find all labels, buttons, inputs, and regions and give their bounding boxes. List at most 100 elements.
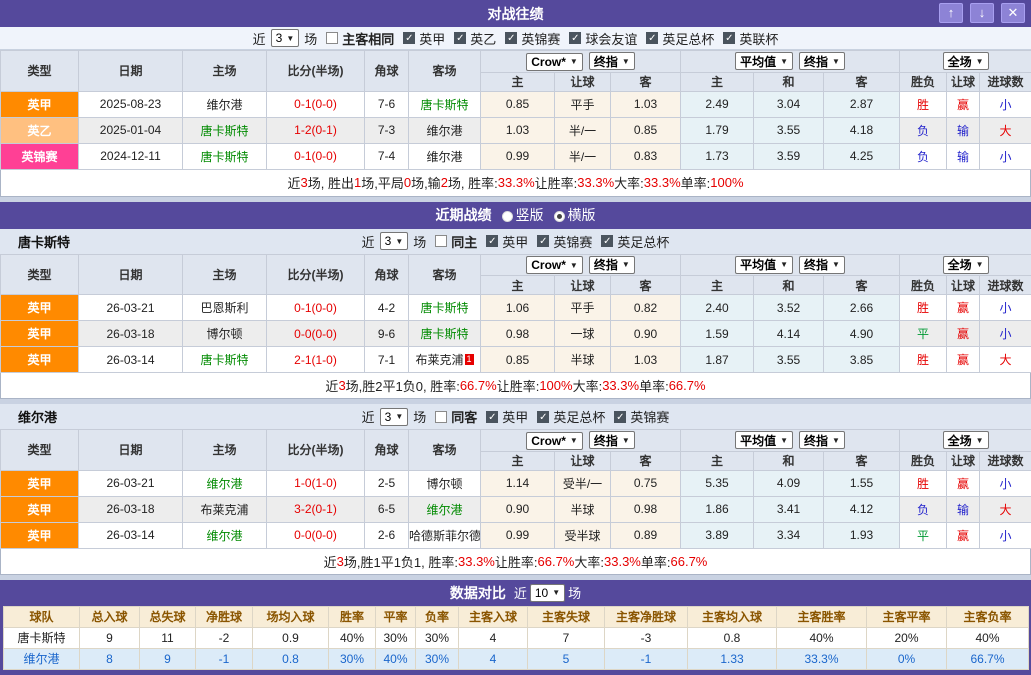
h2h-league-checkbox-5[interactable]: ✓	[723, 32, 735, 44]
recent-1-league-checkbox-1[interactable]: ✓	[537, 411, 549, 423]
summary-text: 33.3%	[644, 175, 681, 190]
avg-odds-cell: 2.66	[824, 295, 900, 321]
odds-cell: 半球	[555, 347, 611, 373]
recent-0-odds-company-select[interactable]: Crow*▼	[526, 256, 583, 274]
compare-col-header: 球队	[4, 606, 80, 627]
avg-odds-cell: 5.35	[681, 470, 754, 496]
h2h-scope-select[interactable]: 全场▼	[943, 52, 989, 70]
summary-text: 大率:	[574, 552, 604, 571]
recent-1-league-label: 英甲	[502, 407, 528, 426]
layout-radio-label: 竖版	[516, 207, 544, 223]
match-type-cell: 英甲	[1, 470, 79, 496]
recent-1-same-checkbox[interactable]	[435, 411, 447, 423]
h2h-league-checkbox-3[interactable]: ✓	[569, 32, 581, 44]
result-cell: 大	[980, 117, 1031, 143]
h2h-col-header: 主场	[183, 51, 267, 92]
away-team-name: 布莱克浦	[415, 353, 463, 367]
recent-0-league-checkbox-0[interactable]: ✓	[486, 235, 498, 247]
odds-cell: 0.90	[481, 496, 555, 522]
avg-odds-cell: 1.93	[824, 522, 900, 548]
compare-stat-cell: 30%	[376, 627, 416, 648]
compare-range-control: 近 10▼ 场	[514, 583, 581, 602]
move-up-icon[interactable]: ↑	[939, 3, 963, 23]
page: 对战往绩 ↑ ↓ ✕ 近3▼场主客相同✓英甲✓英乙✓英锦赛✓球会友谊✓英足总杯✓…	[0, 0, 1031, 675]
away-team-name: 维尔港	[426, 503, 462, 517]
recent-1-league-checkbox-2[interactable]: ✓	[614, 411, 626, 423]
odds-cell: 1.03	[611, 91, 681, 117]
h2h-avg-group-header: 平均值▼ 终指▼	[681, 51, 900, 73]
h2h-same-checkbox[interactable]	[326, 32, 338, 44]
summary-text: 近	[287, 173, 300, 192]
result-cell: 赢	[947, 321, 980, 347]
recent-0-range-select[interactable]: 3▼	[380, 232, 409, 250]
chevron-down-icon: ▼	[570, 436, 578, 445]
recent-1-same-label: 同客	[451, 407, 477, 426]
recent-1-avg-stage-select[interactable]: 终指▼	[799, 431, 845, 449]
recent-1-odds-stage-select[interactable]: 终指▼	[589, 431, 635, 449]
recent-1-odds-company-select[interactable]: Crow*▼	[526, 432, 583, 450]
summary-text: 场, 胜出	[308, 173, 354, 192]
chevron-down-icon: ▼	[780, 436, 788, 445]
recent-1-avg-select[interactable]: 平均值▼	[735, 431, 793, 449]
h2h-odds-stage-select[interactable]: 终指▼	[589, 52, 635, 70]
summary-text: 33.3%	[577, 175, 614, 190]
match-type-cell: 英甲	[1, 321, 79, 347]
home-team-cell: 布莱克浦	[183, 496, 267, 522]
h2h-league-checkbox-0[interactable]: ✓	[403, 32, 415, 44]
h2h-odds-company-select[interactable]: Crow*▼	[526, 53, 583, 71]
result-cell: 胜	[900, 91, 947, 117]
chevron-down-icon: ▼	[976, 260, 984, 269]
result-cell: 大	[980, 347, 1031, 373]
compare-stat-cell: 0%	[867, 648, 947, 669]
h2h-avg-select[interactable]: 平均值▼	[735, 52, 793, 70]
compare-col-header: 主客净胜球	[605, 606, 688, 627]
h2h-league-checkbox-4[interactable]: ✓	[646, 32, 658, 44]
compare-stat-cell: 4	[459, 648, 528, 669]
recent-0-odds-stage-select[interactable]: 终指▼	[589, 256, 635, 274]
h2h-avg-stage-select[interactable]: 终指▼	[799, 52, 845, 70]
h2h-range-select[interactable]: 3▼	[271, 29, 300, 47]
match-date-cell: 2024-12-11	[79, 143, 183, 169]
compare-stat-cell: 9	[140, 648, 196, 669]
compare-col-header: 负率	[416, 606, 459, 627]
odds-cell: 1.03	[481, 117, 555, 143]
h2h-sub-header: 主	[481, 72, 555, 91]
compare-stat-cell: 20%	[867, 627, 947, 648]
recent-0-odds-group-header: Crow*▼ 终指▼	[481, 254, 681, 276]
h2h-league-checkbox-2[interactable]: ✓	[505, 32, 517, 44]
recent-1-league-checkbox-0[interactable]: ✓	[486, 411, 498, 423]
recent-0-avg-select[interactable]: 平均值▼	[735, 256, 793, 274]
recent-0-scope-select[interactable]: 全场▼	[943, 256, 989, 274]
close-icon[interactable]: ✕	[1001, 3, 1025, 23]
recent-1-scope-select[interactable]: 全场▼	[943, 431, 989, 449]
result-cell: 小	[980, 295, 1031, 321]
layout-radio-0[interactable]	[502, 211, 513, 222]
result-cell: 小	[980, 321, 1031, 347]
away-team-cell: 布莱克浦1	[409, 347, 481, 373]
compare-range-select[interactable]: 10▼	[530, 584, 565, 602]
corner-cell: 7-6	[365, 91, 409, 117]
recent-0-league-checkbox-2[interactable]: ✓	[601, 235, 613, 247]
compare-stat-cell: 4	[459, 627, 528, 648]
odds-cell: 0.89	[611, 522, 681, 548]
summary-text: 近	[325, 376, 338, 395]
odds-cell: 0.98	[611, 496, 681, 522]
summary-text: 100%	[539, 378, 572, 393]
match-row: 英锦赛2024-12-11唐卡斯特0-1(0-0)7-4维尔港0.99半/一0.…	[1, 143, 1031, 169]
recent-titlebar: 近期战绩 竖版横版	[0, 202, 1031, 229]
move-down-icon[interactable]: ↓	[970, 3, 994, 23]
recent-0-table-container: 类型日期主场比分(半场)角球客场Crow*▼终指▼平均值▼终指▼全场▼主让球客主…	[0, 254, 1031, 374]
h2h-league-checkbox-1[interactable]: ✓	[454, 32, 466, 44]
compare-stat-cell: -2	[196, 627, 253, 648]
recent-0-near-label: 近	[362, 232, 375, 251]
recent-0-same-checkbox[interactable]	[435, 235, 447, 247]
result-cell: 输	[947, 143, 980, 169]
away-team-cell: 唐卡斯特	[409, 321, 481, 347]
recent-0-avg-stage-select[interactable]: 终指▼	[799, 256, 845, 274]
match-date-cell: 26-03-14	[79, 522, 183, 548]
score-cell: 0-1(0-0)	[267, 143, 365, 169]
recent-0-league-checkbox-1[interactable]: ✓	[537, 235, 549, 247]
h2h-col-header: 日期	[79, 51, 183, 92]
layout-radio-1[interactable]	[554, 211, 565, 222]
recent-1-range-select[interactable]: 3▼	[380, 408, 409, 426]
